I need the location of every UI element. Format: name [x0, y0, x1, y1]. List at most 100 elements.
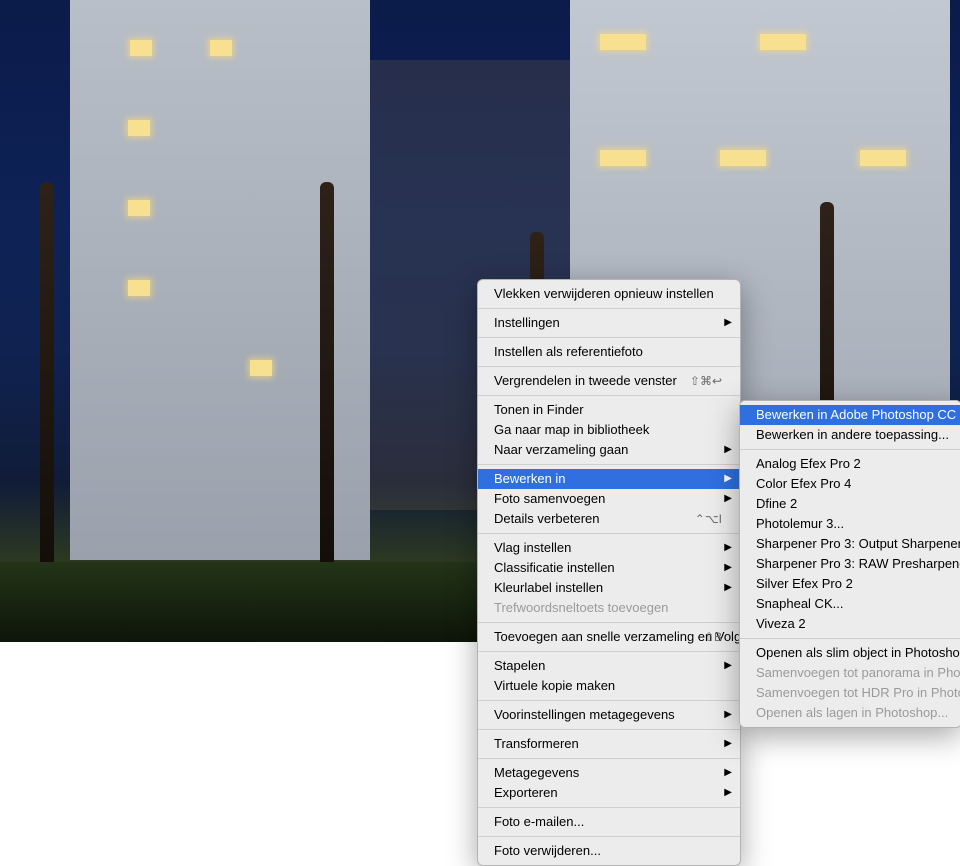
- menu-item-label: Samenvoegen tot HDR Pro in Photoshop...: [756, 685, 960, 700]
- menu-item[interactable]: Instellen als referentiefoto: [478, 342, 740, 362]
- menu-item-label: Naar verzameling gaan: [494, 442, 628, 457]
- menu-item[interactable]: Vergrendelen in tweede venster ⇧⌘↩: [478, 371, 740, 391]
- menu-item: Samenvoegen tot HDR Pro in Photoshop...: [740, 683, 960, 703]
- menu-item[interactable]: Bewerken in▶: [478, 469, 740, 489]
- submenu-arrow-icon: ▶: [724, 765, 732, 781]
- menu-item[interactable]: Foto verwijderen...: [478, 841, 740, 861]
- submenu-arrow-icon: ▶: [724, 736, 732, 752]
- menu-item-label: Viveza 2: [756, 616, 806, 631]
- menu-item[interactable]: Dfine 2: [740, 494, 960, 514]
- menu-item[interactable]: Viveza 2: [740, 614, 960, 634]
- menu-separator: [740, 449, 960, 450]
- menu-item-label: Vlekken verwijderen opnieuw instellen: [494, 286, 714, 301]
- menu-item[interactable]: Openen als slim object in Photoshop...: [740, 643, 960, 663]
- submenu-arrow-icon: ▶: [724, 707, 732, 723]
- menu-item-label: Kleurlabel instellen: [494, 580, 603, 595]
- menu-item: Trefwoordsneltoets toevoegen: [478, 598, 740, 618]
- menu-item[interactable]: Sharpener Pro 3: RAW Presharpener: [740, 554, 960, 574]
- menu-separator: [478, 758, 740, 759]
- menu-item[interactable]: Tonen in Finder: [478, 400, 740, 420]
- menu-item[interactable]: Virtuele kopie maken: [478, 676, 740, 696]
- submenu-arrow-icon: ▶: [724, 785, 732, 801]
- menu-item[interactable]: Vlekken verwijderen opnieuw instellen: [478, 284, 740, 304]
- menu-item-label: Ga naar map in bibliotheek: [494, 422, 649, 437]
- menu-item-label: Analog Efex Pro 2: [756, 456, 861, 471]
- menu-separator: [478, 622, 740, 623]
- menu-item[interactable]: Analog Efex Pro 2: [740, 454, 960, 474]
- menu-item-shortcut: ⇧⌘↩: [690, 373, 722, 389]
- menu-item[interactable]: Foto e-mailen...: [478, 812, 740, 832]
- menu-item[interactable]: Color Efex Pro 4: [740, 474, 960, 494]
- menu-separator: [740, 638, 960, 639]
- menu-item-label: Color Efex Pro 4: [756, 476, 851, 491]
- menu-item-label: Silver Efex Pro 2: [756, 576, 853, 591]
- menu-item[interactable]: Details verbeteren⌃⌥I: [478, 509, 740, 529]
- menu-item[interactable]: Sharpener Pro 3: Output Sharpener: [740, 534, 960, 554]
- menu-item[interactable]: Silver Efex Pro 2: [740, 574, 960, 594]
- menu-item[interactable]: Exporteren ▶: [478, 783, 740, 803]
- submenu-arrow-icon: ▶: [724, 442, 732, 458]
- menu-separator: [478, 533, 740, 534]
- menu-item[interactable]: Kleurlabel instellen ▶: [478, 578, 740, 598]
- menu-item-label: Sharpener Pro 3: RAW Presharpener: [756, 556, 960, 571]
- menu-item[interactable]: Metagegevens ▶: [478, 763, 740, 783]
- menu-item-label: Foto e-mailen...: [494, 814, 584, 829]
- menu-item[interactable]: Instellingen▶: [478, 313, 740, 333]
- context-menu[interactable]: Vlekken verwijderen opnieuw instellen Ins…: [477, 279, 741, 866]
- submenu-arrow-icon: ▶: [724, 491, 732, 507]
- menu-item[interactable]: Naar verzameling gaan ▶: [478, 440, 740, 460]
- menu-item-label: Foto samenvoegen: [494, 491, 605, 506]
- menu-item[interactable]: Photolemur 3...: [740, 514, 960, 534]
- menu-item[interactable]: Bewerken in andere toepassing...: [740, 425, 960, 445]
- menu-item[interactable]: Vlag instellen▶: [478, 538, 740, 558]
- menu-item[interactable]: Snapheal CK...: [740, 594, 960, 614]
- menu-item-label: Samenvoegen tot panorama in Photoshop...: [756, 665, 960, 680]
- menu-separator: [478, 366, 740, 367]
- tree-trunk: [40, 182, 54, 582]
- submenu-arrow-icon: ▶: [724, 315, 732, 331]
- menu-item-label: Classificatie instellen: [494, 560, 615, 575]
- menu-item-label: Dfine 2: [756, 496, 797, 511]
- menu-item-label: Stapelen: [494, 658, 545, 673]
- menu-item-label: Bewerken in andere toepassing...: [756, 427, 949, 442]
- menu-item-label: Openen als slim object in Photoshop...: [756, 645, 960, 660]
- menu-separator: [478, 337, 740, 338]
- menu-item-label: Transformeren: [494, 736, 579, 751]
- menu-item[interactable]: Ga naar map in bibliotheek: [478, 420, 740, 440]
- menu-separator: [478, 651, 740, 652]
- menu-item-label: Trefwoordsneltoets toevoegen: [494, 600, 668, 615]
- menu-item-shortcut: ⌃⌥I: [695, 511, 722, 527]
- menu-item-label: Photolemur 3...: [756, 516, 844, 531]
- submenu-arrow-icon: ▶: [724, 580, 732, 596]
- menu-item[interactable]: Toevoegen aan snelle verzameling en Volg…: [478, 627, 740, 647]
- menu-item[interactable]: Transformeren ▶: [478, 734, 740, 754]
- context-submenu-bewerken-in[interactable]: Bewerken in Adobe Photoshop CC 2019... Be…: [739, 400, 960, 728]
- menu-item[interactable]: Voorinstellingen metagegevens ▶: [478, 705, 740, 725]
- menu-item-label: Exporteren: [494, 785, 558, 800]
- menu-separator: [478, 836, 740, 837]
- menu-item[interactable]: Classificatie instellen ▶: [478, 558, 740, 578]
- menu-item-label: Voorinstellingen metagegevens: [494, 707, 675, 722]
- menu-item: Samenvoegen tot panorama in Photoshop...: [740, 663, 960, 683]
- menu-item: Openen als lagen in Photoshop...: [740, 703, 960, 723]
- menu-item-label: Instellen als referentiefoto: [494, 344, 643, 359]
- menu-item-label: Metagegevens: [494, 765, 579, 780]
- tree-trunk: [320, 182, 334, 582]
- menu-item-label: Snapheal CK...: [756, 596, 843, 611]
- menu-item-label: Bewerken in Adobe Photoshop CC 2019...: [756, 407, 960, 422]
- menu-item-shortcut: ⇧B: [704, 629, 722, 645]
- menu-separator: [478, 700, 740, 701]
- menu-item-label: Openen als lagen in Photoshop...: [756, 705, 948, 720]
- menu-item-label: Bewerken in: [494, 471, 566, 486]
- menu-item[interactable]: Bewerken in Adobe Photoshop CC 2019...: [740, 405, 960, 425]
- menu-separator: [478, 729, 740, 730]
- submenu-arrow-icon: ▶: [724, 658, 732, 674]
- menu-item[interactable]: Foto samenvoegen ▶: [478, 489, 740, 509]
- menu-separator: [478, 395, 740, 396]
- menu-item[interactable]: Stapelen ▶: [478, 656, 740, 676]
- submenu-arrow-icon: ▶: [724, 560, 732, 576]
- menu-separator: [478, 807, 740, 808]
- menu-item-label: Vergrendelen in tweede venster: [494, 373, 677, 388]
- menu-separator: [478, 308, 740, 309]
- submenu-arrow-icon: ▶: [724, 540, 732, 556]
